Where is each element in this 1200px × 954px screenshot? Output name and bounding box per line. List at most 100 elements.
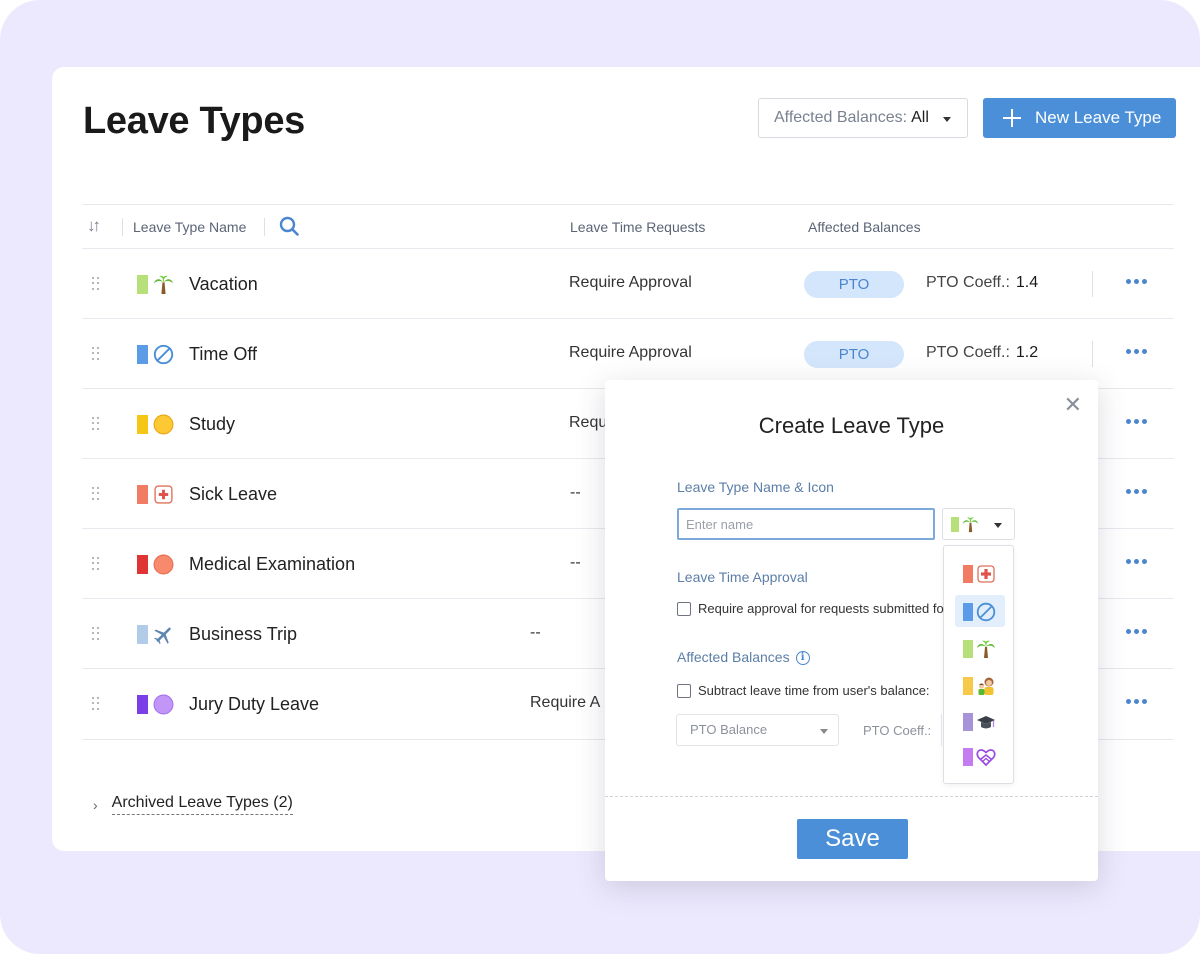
yellow-circle-icon (153, 414, 174, 435)
drag-handle-icon[interactable] (92, 487, 100, 501)
leave-requests-value: -- (570, 554, 581, 571)
create-leave-type-dialog: ✕ Create Leave Type Leave Type Name & Ic… (605, 380, 1098, 881)
coeff-input[interactable] (941, 714, 951, 746)
require-approval-option[interactable]: Require approval for requests submitted … (677, 601, 944, 616)
drag-handle-icon[interactable] (92, 277, 100, 291)
color-swatch (963, 603, 973, 621)
coeff-value: 1.2 (1015, 344, 1039, 361)
caret-down-icon (943, 117, 951, 122)
medical-cross-icon (977, 565, 995, 583)
require-approval-label: Require approval for requests submitted … (698, 601, 944, 616)
caret-down-icon (820, 729, 828, 734)
sort-icon[interactable]: ↓↑ (87, 216, 101, 236)
color-swatch (963, 640, 973, 658)
drag-handle-icon[interactable] (92, 417, 100, 431)
palm-tree-icon (977, 640, 995, 658)
row-divider (1092, 271, 1093, 297)
color-swatch (963, 748, 973, 766)
subtract-balance-checkbox[interactable] (677, 683, 691, 698)
leave-type-name: Time Off (189, 344, 258, 364)
icon-option-parent-child[interactable] (955, 669, 1005, 701)
more-options-icon[interactable] (1126, 629, 1148, 637)
drag-handle-icon[interactable] (92, 557, 100, 571)
save-button[interactable]: Save (797, 819, 908, 859)
header-divider (264, 218, 265, 236)
dialog-footer-divider (605, 796, 1098, 797)
icon-option-heart-hands[interactable] (955, 740, 1005, 772)
color-swatch (137, 345, 148, 364)
color-swatch (137, 275, 148, 294)
filter-value: All (911, 109, 929, 126)
heart-hands-icon (976, 749, 996, 767)
table-top-divider (82, 204, 1174, 205)
palm-tree-icon (154, 275, 173, 294)
leave-type-name-input[interactable] (677, 508, 935, 540)
balance-badge: PTO (804, 271, 904, 298)
more-options-icon[interactable] (1126, 279, 1148, 287)
icon-select[interactable] (942, 508, 1015, 540)
subtract-balance-label: Subtract leave time from user's balance: (698, 683, 930, 698)
pto-coefficient: PTO Coeff.: 1.2 (926, 344, 1038, 362)
leave-requests-value: -- (530, 624, 541, 641)
leave-requests-value: Requ (569, 414, 608, 431)
require-approval-checkbox[interactable] (677, 601, 691, 616)
color-swatch (137, 695, 148, 714)
icon-option-prohibited[interactable] (955, 595, 1005, 627)
color-swatch (951, 517, 959, 532)
medical-cross-icon (154, 485, 173, 504)
drag-handle-icon[interactable] (92, 697, 100, 711)
airplane-icon (154, 627, 171, 645)
more-options-icon[interactable] (1126, 349, 1148, 357)
leave-type-name: Study (189, 414, 236, 434)
leave-type-name: Vacation (189, 274, 258, 294)
affected-balances-filter[interactable]: Affected Balances: All (758, 98, 968, 138)
drag-handle-icon[interactable] (92, 347, 100, 361)
icon-dropdown-menu (943, 545, 1014, 784)
table-row[interactable]: Vacation Require Approval PTO PTO Coeff.… (82, 249, 1174, 319)
color-swatch (137, 625, 148, 644)
icon-option-graduation-cap[interactable] (955, 705, 1005, 737)
icon-option-palm-tree[interactable] (955, 632, 1005, 664)
filter-label: Affected Balances: (774, 109, 908, 126)
more-options-icon[interactable] (1126, 559, 1148, 567)
balance-type-select[interactable]: PTO Balance (676, 714, 839, 746)
header-divider (122, 218, 123, 236)
graduation-cap-icon (977, 716, 995, 729)
leave-requests-value: -- (570, 484, 581, 501)
new-leave-type-button[interactable]: New Leave Type (983, 98, 1176, 138)
more-options-icon[interactable] (1126, 699, 1148, 707)
red-circle-icon (153, 554, 174, 575)
page-title: Leave Types (83, 100, 306, 142)
more-options-icon[interactable] (1126, 489, 1148, 497)
prohibited-icon (153, 344, 174, 365)
palm-tree-icon (962, 517, 979, 533)
more-options-icon[interactable] (1126, 419, 1148, 427)
info-icon[interactable]: i (795, 651, 810, 666)
leave-type-name: Sick Leave (189, 484, 278, 504)
coeff-field-label: PTO Coeff.: (863, 723, 932, 738)
icon-option-medical-cross[interactable] (955, 557, 1005, 589)
color-swatch (963, 565, 973, 583)
table-row[interactable]: Time Off Require Approval PTO PTO Coeff.… (82, 319, 1174, 389)
subtract-balance-option[interactable]: Subtract leave time from user's balance: (677, 683, 930, 698)
row-divider (1092, 341, 1093, 367)
color-swatch (137, 415, 148, 434)
column-header-name[interactable]: Leave Type Name (133, 219, 246, 235)
search-icon[interactable] (279, 216, 299, 236)
leave-type-name: Jury Duty Leave (189, 694, 320, 714)
color-swatch (963, 677, 973, 695)
color-swatch (137, 555, 148, 574)
balance-badge: PTO (804, 341, 904, 368)
chevron-right-icon: › (93, 796, 98, 813)
drag-handle-icon[interactable] (92, 627, 100, 641)
archived-leave-types-toggle[interactable]: › Archived Leave Types (2) (93, 794, 293, 815)
new-leave-type-label: New Leave Type (1035, 108, 1162, 127)
purple-circle-icon (153, 694, 174, 715)
color-swatch (137, 485, 148, 504)
balances-section-text: Affected Balances (677, 649, 790, 665)
leave-requests-value: Require Approval (569, 344, 692, 361)
caret-down-icon (994, 523, 1002, 528)
balances-section-label: Affected Balances i (677, 649, 810, 666)
leave-type-name: Medical Examination (189, 554, 356, 574)
dialog-title: Create Leave Type (758, 413, 945, 438)
